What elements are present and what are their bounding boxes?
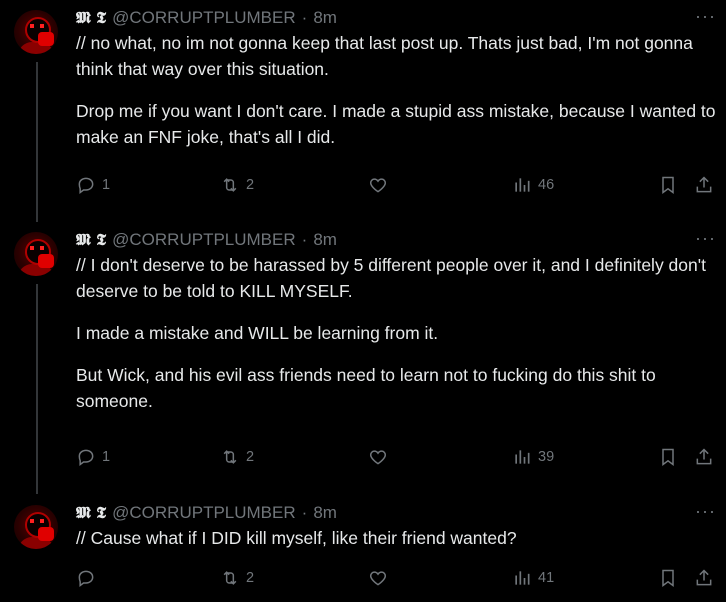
tweet-paragraph: I made a mistake and WILL be learning fr… [76,323,439,343]
repost-count: 2 [246,570,255,586]
tweet-header: 𝕸 𝕿 @CORRUPTPLUMBER · 8m [76,7,337,29]
timestamp[interactable]: 8m [313,8,337,28]
more-options-icon[interactable]: ··· [695,501,716,522]
like-button[interactable] [368,447,388,467]
repost-count: 2 [246,449,255,465]
display-name[interactable]: 𝕸 𝕿 [76,230,106,250]
heart-icon [369,178,387,193]
display-name[interactable]: 𝕸 𝕿 [76,8,106,28]
action-bar: 1 2 46 [76,175,716,199]
handle[interactable]: @CORRUPTPLUMBER [112,503,296,523]
handle[interactable]: @CORRUPTPLUMBER [112,8,296,28]
avatar[interactable] [14,10,58,54]
more-options-icon[interactable]: ··· [695,228,716,249]
action-bar: 2 41 [76,568,716,592]
views-count: 41 [538,570,555,586]
tweet-header: 𝕸 𝕿 @CORRUPTPLUMBER · 8m [76,502,337,524]
bookmark-icon [662,448,674,466]
repost-icon [223,178,237,192]
heart-icon [369,450,387,465]
bookmark-button[interactable] [658,175,678,195]
bookmark-button[interactable] [658,568,678,588]
repost-icon [223,571,237,585]
reply-icon [78,449,94,466]
views-count: 46 [538,177,555,193]
separator: · [301,230,308,249]
views-icon [515,178,530,192]
share-button[interactable] [694,447,714,467]
share-button[interactable] [694,175,714,195]
separator: · [301,8,308,27]
repost-button[interactable]: 2 [220,447,254,467]
action-bar: 1 2 39 [76,447,716,471]
repost-button[interactable]: 2 [220,175,254,195]
like-button[interactable] [368,175,388,195]
tweet-paragraph: // Cause what if I DID kill myself, like… [76,528,517,548]
tweet-paragraph: // no what, no im not gonna keep that la… [76,33,693,79]
thread-line [36,284,38,494]
reply-icon [78,570,94,587]
views-count: 39 [538,449,555,465]
bookmark-icon [662,176,674,194]
views-button[interactable]: 41 [512,568,554,588]
tweet-paragraph: But Wick, and his evil ass friends need … [76,365,656,411]
tweet-text: // no what, no im not gonna keep that la… [76,30,716,150]
tweet-text: // I don't deserve to be harassed by 5 d… [76,252,716,414]
views-button[interactable]: 39 [512,447,554,467]
heart-icon [369,571,387,586]
display-name[interactable]: 𝕸 𝕿 [76,503,106,523]
views-icon [515,571,530,585]
timestamp[interactable]: 8m [313,230,337,250]
separator: · [301,503,308,522]
views-icon [515,450,530,464]
reply-button[interactable] [76,568,102,588]
thread-line [36,62,38,222]
tweet-text: // Cause what if I DID kill myself, like… [76,525,716,551]
reply-icon [78,177,94,194]
tweet-header: 𝕸 𝕿 @CORRUPTPLUMBER · 8m [76,229,337,251]
reply-count: 1 [102,449,111,465]
tweet-paragraph: Drop me if you want I don't care. I made… [76,101,716,147]
reply-button[interactable]: 1 [76,175,110,195]
repost-icon [223,450,237,464]
views-button[interactable]: 46 [512,175,554,195]
timestamp[interactable]: 8m [313,503,337,523]
bookmark-button[interactable] [658,447,678,467]
like-button[interactable] [368,568,388,588]
reply-button[interactable]: 1 [76,447,110,467]
repost-count: 2 [246,177,255,193]
repost-button[interactable]: 2 [220,568,254,588]
avatar[interactable] [14,505,58,549]
reply-count: 1 [102,177,111,193]
share-icon [696,569,712,586]
handle[interactable]: @CORRUPTPLUMBER [112,230,296,250]
share-icon [696,448,712,465]
share-icon [696,176,712,193]
tweet-paragraph: // I don't deserve to be harassed by 5 d… [76,255,706,301]
bookmark-icon [662,569,674,587]
more-options-icon[interactable]: ··· [695,6,716,27]
share-button[interactable] [694,568,714,588]
avatar[interactable] [14,232,58,276]
